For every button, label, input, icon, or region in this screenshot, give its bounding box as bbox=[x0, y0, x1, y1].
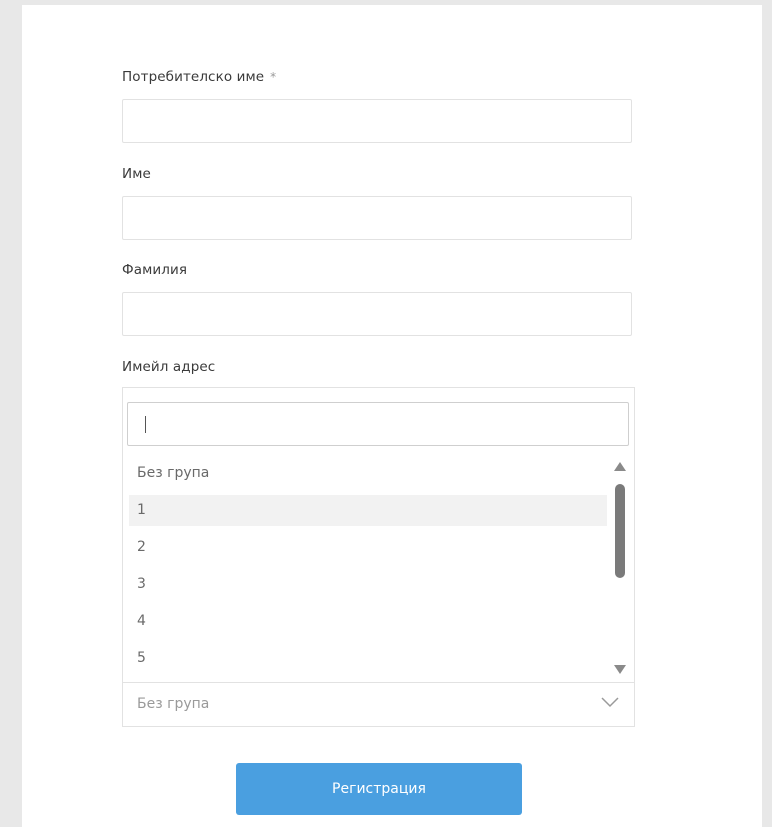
first-name-field[interactable] bbox=[122, 196, 632, 240]
last-name-label: Фамилия bbox=[122, 262, 188, 278]
email-label: Имейл адрес bbox=[122, 359, 216, 375]
group-dropdown-menu: Без група 1 2 3 4 5 bbox=[122, 387, 635, 683]
dropdown-option[interactable]: 2 bbox=[129, 532, 607, 563]
registration-panel: Потребителско име * Име Фамилия Имейл адр… bbox=[22, 5, 762, 827]
group-select-value: Без група bbox=[137, 696, 210, 712]
dropdown-option[interactable]: 4 bbox=[129, 606, 607, 637]
scroll-up-arrow-icon[interactable] bbox=[614, 462, 626, 471]
dropdown-option[interactable]: 3 bbox=[129, 569, 607, 600]
dropdown-option-highlighted[interactable]: 1 bbox=[129, 495, 607, 526]
username-field[interactable] bbox=[122, 99, 632, 143]
scrollbar-thumb[interactable] bbox=[615, 484, 625, 578]
register-button[interactable]: Регистрация bbox=[236, 763, 522, 815]
group-select[interactable]: Без група bbox=[122, 682, 635, 727]
username-label-text: Потребителско име bbox=[122, 69, 265, 85]
dropdown-search-input[interactable] bbox=[127, 402, 629, 446]
dropdown-option[interactable]: 5 bbox=[129, 643, 607, 674]
dropdown-scrollbar[interactable] bbox=[612, 458, 628, 676]
required-mark: * bbox=[270, 70, 277, 84]
dropdown-option[interactable]: Без група bbox=[129, 458, 607, 489]
last-name-field[interactable] bbox=[122, 292, 632, 336]
username-label: Потребителско име * bbox=[122, 69, 276, 85]
scroll-down-arrow-icon[interactable] bbox=[614, 665, 626, 674]
text-caret bbox=[145, 416, 146, 433]
dropdown-options-list: Без група 1 2 3 4 5 bbox=[129, 458, 607, 680]
first-name-label: Име bbox=[122, 166, 151, 182]
chevron-down-icon bbox=[601, 697, 619, 708]
